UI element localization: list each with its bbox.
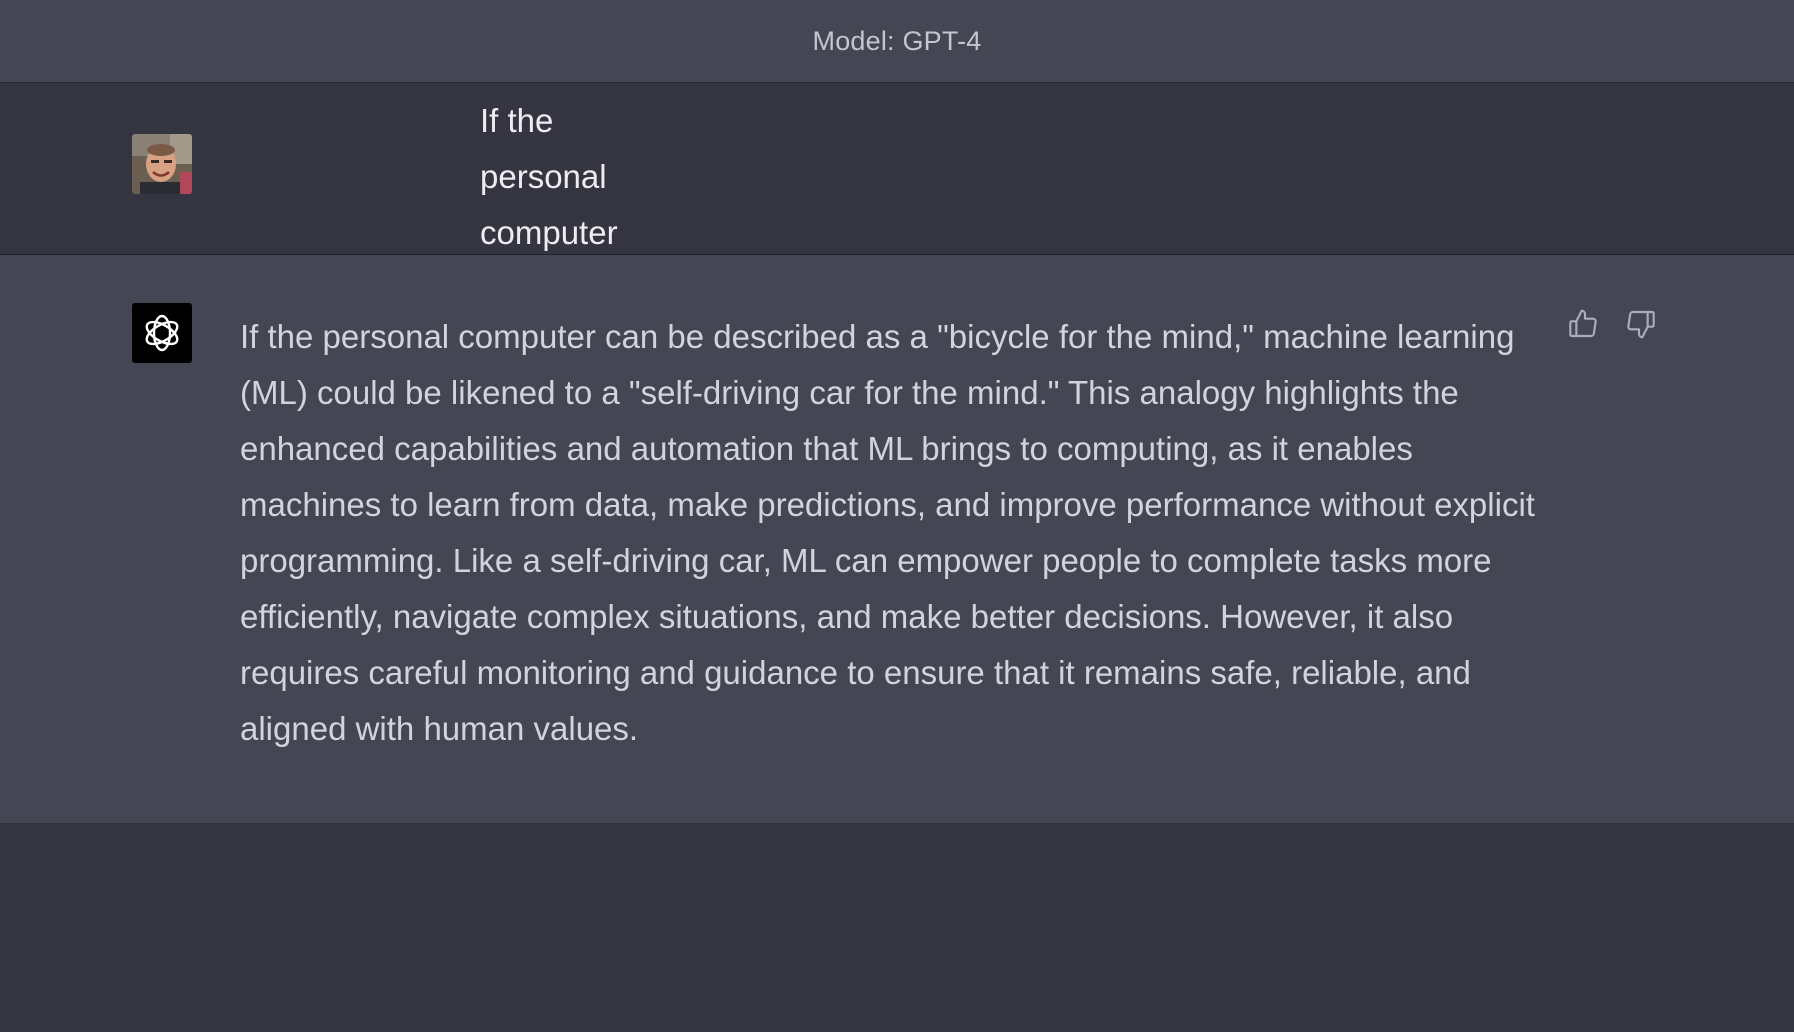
thumbs-up-button[interactable] [1566, 307, 1600, 341]
assistant-avatar [132, 303, 192, 363]
model-label: Model: GPT-4 [812, 25, 982, 56]
model-header: Model: GPT-4 [0, 0, 1794, 83]
user-photo-avatar [132, 134, 192, 194]
thumbs-up-icon [1569, 309, 1597, 338]
user-message-row: If the personal computer was a bicycle f… [0, 83, 1794, 587]
assistant-message-text: If the personal computer can be describe… [240, 318, 1535, 747]
feedback-controls [1566, 307, 1658, 341]
openai-logo-icon [145, 314, 179, 352]
thumbs-down-button[interactable] [1624, 307, 1658, 341]
user-avatar [132, 134, 192, 194]
thumbs-down-icon [1627, 310, 1655, 339]
empty-bottom-area [0, 823, 1794, 1032]
assistant-message-row: If the personal computer can be describe… [0, 255, 1794, 823]
